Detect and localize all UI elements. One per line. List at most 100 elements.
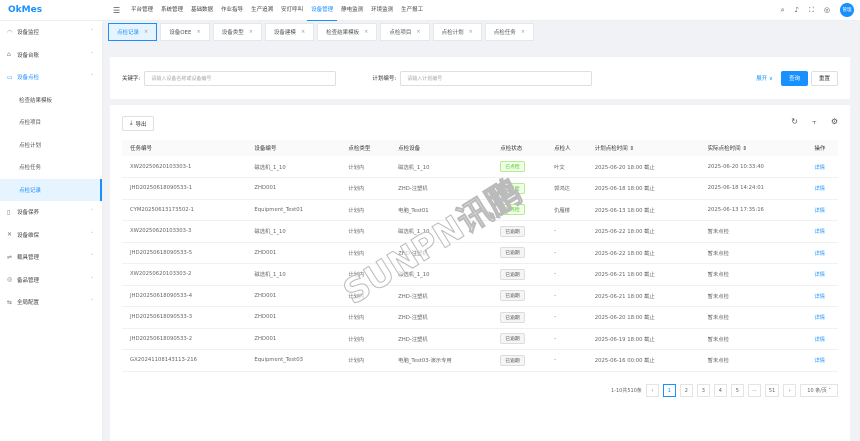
- inspect-icon: ▭: [7, 73, 13, 81]
- chevron-icon: ˅: [90, 51, 94, 58]
- page-button[interactable]: 51: [764, 384, 780, 397]
- table-cell: 已点检: [492, 177, 547, 200]
- bell-icon[interactable]: ♪: [795, 6, 799, 14]
- close-icon[interactable]: ×: [144, 29, 148, 35]
- file-icon: ▯: [7, 208, 11, 216]
- sidebar-item[interactable]: 点检项目: [0, 111, 102, 134]
- top-nav-item[interactable]: 平台管理: [127, 0, 157, 21]
- close-icon[interactable]: ×: [469, 29, 473, 35]
- export-button[interactable]: ⤓ 导出: [122, 116, 155, 131]
- page-size-select[interactable]: 10 条/页 ˅: [800, 384, 838, 397]
- tab-item[interactable]: 设备类型 ×: [212, 23, 262, 41]
- avatar[interactable]: 管理: [840, 3, 854, 17]
- sidebar: ◠ 设备监控 ˅ ⌂ 设备台账 ˅ ▭ 设备点检 ˄ 检查结果模板 点检项目 点检计划 点检任务 点检记录…: [0, 21, 103, 441]
- close-icon[interactable]: ×: [416, 29, 420, 35]
- sidebar-item[interactable]: ⌂ 设备台账 ˅: [0, 44, 102, 67]
- sidebar-item[interactable]: ▭ 设备点检 ˄: [0, 66, 102, 89]
- table-row: JHD20250618090533-4 ZHD001 计划内 ZHD-注塑机 已逾期 -2…: [122, 285, 838, 307]
- close-icon[interactable]: ×: [197, 29, 201, 35]
- detail-link[interactable]: 详情: [814, 229, 825, 235]
- page-button[interactable]: 2: [679, 384, 693, 397]
- top-nav-item[interactable]: 安灯呼叫: [277, 0, 307, 21]
- column-height-icon[interactable]: ⫟: [812, 117, 817, 127]
- table-cell: 2025-06-22 18:00 截止: [586, 242, 700, 264]
- sidebar-item[interactable]: 点检计划: [0, 134, 102, 157]
- keyword-input[interactable]: 请输入设备名称或设备编号: [144, 70, 337, 86]
- plan-input[interactable]: 请输入计划编号: [400, 70, 593, 86]
- detail-link[interactable]: 详情: [814, 208, 825, 214]
- close-icon[interactable]: ×: [301, 29, 305, 35]
- sidebar-item[interactable]: ◎ 备品管理 ˅: [0, 269, 102, 292]
- settings-icon: ⇆: [7, 298, 13, 306]
- detail-link[interactable]: 详情: [814, 186, 825, 192]
- fullscreen-icon[interactable]: ⛶: [809, 6, 814, 15]
- tab-item[interactable]: 点检记录 ×: [108, 23, 158, 41]
- tab-item[interactable]: 设备建模 ×: [264, 23, 315, 41]
- pagination-summary: 1-10共510条: [610, 388, 642, 394]
- menu-fold-icon[interactable]: ☰: [113, 6, 127, 15]
- table-cell: 郭鸿达: [546, 177, 587, 200]
- page-button[interactable]: ···: [747, 384, 761, 397]
- column-header[interactable]: 实际点检时间 ⇕: [699, 140, 807, 156]
- sidebar-item[interactable]: 点检记录: [0, 178, 102, 201]
- next-page-button[interactable]: ›: [783, 384, 797, 397]
- page-button[interactable]: 3: [696, 384, 710, 397]
- tab-item[interactable]: 设备OEE ×: [160, 23, 210, 41]
- sidebar-item[interactable]: ⇌ 载具管理 ˅: [0, 246, 102, 269]
- page-button[interactable]: 5: [730, 384, 744, 397]
- refresh-icon[interactable]: ↻: [791, 117, 798, 127]
- table-cell: 计划内: [340, 242, 391, 264]
- table-cell: -: [546, 349, 587, 372]
- detail-link[interactable]: 详情: [814, 315, 825, 321]
- close-icon[interactable]: ×: [249, 29, 253, 35]
- table-cell: 计划内: [340, 220, 391, 243]
- detail-link[interactable]: 详情: [814, 165, 825, 171]
- sidebar-item[interactable]: 点检任务: [0, 156, 102, 179]
- query-button[interactable]: 查询: [780, 70, 808, 86]
- table-cell: 电脑_Test01: [390, 199, 493, 221]
- sidebar-item[interactable]: ◠ 设备监控 ˅: [0, 21, 102, 44]
- detail-link[interactable]: 详情: [814, 272, 825, 278]
- sidebar-item[interactable]: ⇆ 全局配置 ˅: [0, 291, 102, 314]
- top-nav-item[interactable]: 系统管理: [157, 0, 187, 21]
- top-nav-item[interactable]: 静电监测: [337, 0, 367, 21]
- settings-icon[interactable]: ⚙: [831, 117, 838, 127]
- search-icon[interactable]: ⌕: [781, 6, 785, 15]
- tab-item[interactable]: 点检任务 ×: [484, 23, 535, 41]
- top-nav-item[interactable]: 生产报工: [397, 0, 427, 21]
- top-nav-item[interactable]: 生产追溯: [247, 0, 277, 21]
- table-cell: 2025-06-16 00:00 截止: [586, 349, 700, 372]
- detail-link[interactable]: 详情: [814, 251, 825, 257]
- keyword-label: 关键字:: [122, 76, 141, 82]
- close-icon[interactable]: ×: [364, 29, 368, 35]
- table-cell: ZHD-注塑机: [390, 306, 493, 329]
- table-row: CYM20250613173502-1 Equipment_Test01 计划内 电脑…: [122, 199, 838, 221]
- close-icon[interactable]: ×: [521, 29, 525, 35]
- top-nav-item[interactable]: 环境监测: [367, 0, 397, 21]
- tab-item[interactable]: 检查结果模板 ×: [317, 23, 378, 41]
- globe-icon[interactable]: ◎: [824, 6, 830, 14]
- table-cell: 暂未点检: [699, 242, 807, 264]
- reset-button[interactable]: 重置: [810, 70, 838, 86]
- prev-page-button[interactable]: ‹: [645, 384, 659, 397]
- sidebar-item[interactable]: 检查结果模板: [0, 89, 102, 112]
- plan-label: 计划编号:: [372, 76, 397, 82]
- tab-label: 点检计划: [441, 30, 464, 36]
- sidebar-item[interactable]: ▯ 设备保养 ˅: [0, 201, 102, 224]
- tab-item[interactable]: 点检项目 ×: [380, 23, 430, 41]
- table-cell: 已点检: [492, 199, 547, 221]
- top-nav-item[interactable]: 设备管理: [307, 0, 338, 21]
- table-cell: 暂未点检: [699, 285, 807, 307]
- detail-link[interactable]: 详情: [814, 294, 825, 300]
- detail-link[interactable]: 详情: [814, 358, 825, 364]
- top-nav-item[interactable]: 作业指导: [217, 0, 247, 21]
- detail-link[interactable]: 详情: [814, 337, 825, 343]
- page-button[interactable]: 1: [662, 384, 676, 397]
- sidebar-item-label: 设备保养: [17, 210, 40, 217]
- sidebar-item[interactable]: ✕ 设备维保 ˅: [0, 224, 102, 247]
- tab-item[interactable]: 点检计划 ×: [432, 23, 482, 41]
- top-nav-item[interactable]: 基础数据: [187, 0, 217, 21]
- expand-link[interactable]: 展开 ∨: [756, 74, 773, 82]
- column-header[interactable]: 计划点检时间 ⇕: [586, 140, 700, 156]
- page-button[interactable]: 4: [713, 384, 727, 397]
